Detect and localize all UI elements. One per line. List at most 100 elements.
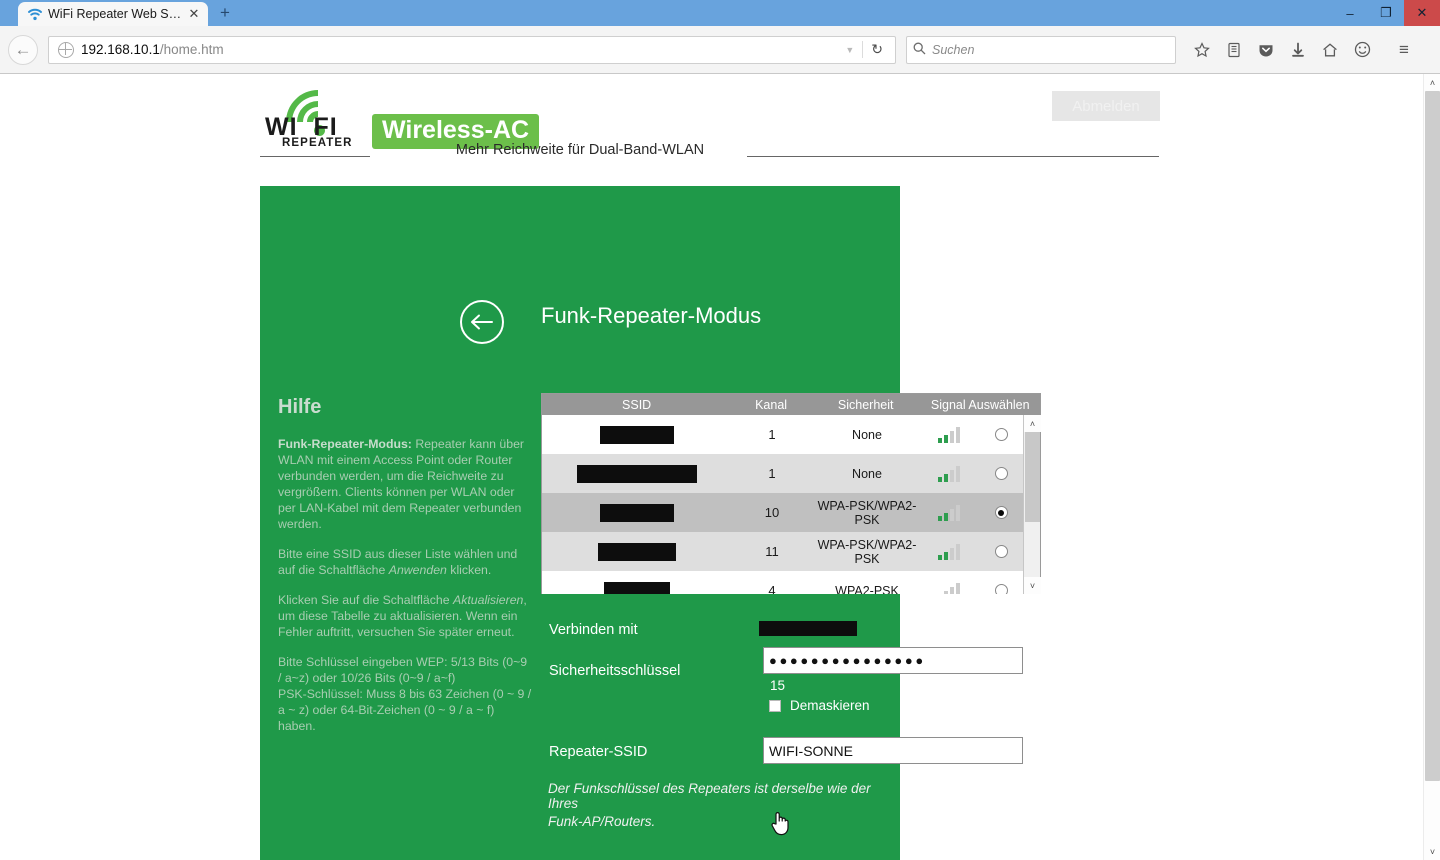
browser-back-button[interactable]: ← [8, 34, 38, 65]
table-row[interactable]: 11 WPA-PSK/WPA2-PSK [542, 532, 1025, 571]
column-header-ssid: SSID [622, 397, 652, 412]
help-p1-bold: Funk-Repeater-Modus: [278, 437, 412, 451]
hamburger-menu-icon[interactable]: ≡ [1388, 34, 1420, 66]
help-p2-b: klicken. [446, 563, 492, 577]
cell-sicherheit: None [852, 466, 882, 481]
cell-sicherheit: WPA2-PSK [835, 583, 899, 595]
window-maximize-button[interactable]: ❐ [1368, 0, 1404, 26]
select-radio-button[interactable] [994, 545, 1008, 558]
help-paragraph-2: Bitte eine SSID aus dieser Liste wählen … [278, 546, 533, 578]
help-p2-italic: Anwenden [388, 563, 447, 577]
window-close-button[interactable]: ✕ [1404, 0, 1440, 26]
home-icon[interactable] [1314, 34, 1346, 66]
reload-icon[interactable]: ↻ [862, 41, 891, 58]
ssid-redaction-bar [600, 503, 674, 522]
security-key-input[interactable]: ●●●●●●●●●●●●●●● [763, 647, 1023, 674]
tab-close-icon[interactable]: ✕ [186, 6, 202, 22]
signal-strength-icon [922, 543, 977, 560]
bookmark-star-icon[interactable] [1186, 34, 1218, 66]
access-point-table: SSID Kanal Sicherheit Signal Auswählen 1… [541, 393, 1041, 594]
back-arrow-icon [471, 314, 493, 330]
table-row[interactable]: 10 WPA-PSK/WPA2-PSK [542, 493, 1025, 532]
connect-to-value-redacted [759, 621, 857, 636]
wifi-favicon-icon [27, 6, 43, 22]
table-body: 1 None 1 None 10 WPA-PSK/WPA2-PSK 11 WPA-PSK/WP… [542, 415, 1025, 594]
column-header-signal-select: Signal Auswählen [930, 397, 1030, 412]
pocket-icon[interactable] [1250, 34, 1282, 66]
help-p1-text: Repeater kann über WLAN mit einem Access… [278, 437, 525, 531]
table-scrollbar[interactable]: ˄ ˅ [1023, 415, 1041, 594]
help-paragraph-1: Funk-Repeater-Modus: Repeater kann über … [278, 436, 533, 532]
table-scroll-down-icon[interactable]: ˅ [1024, 577, 1041, 594]
cell-ssid [542, 464, 732, 483]
table-row[interactable]: 4 WPA2-PSK [542, 571, 1025, 594]
table-scroll-up-icon[interactable]: ˄ [1024, 415, 1041, 432]
cell-kanal: 1 [768, 427, 776, 442]
help-sidebar: Hilfe Funk-Repeater-Modus: Repeater kann… [278, 396, 533, 748]
header-rule-left [260, 156, 370, 157]
repeater-ssid-label: Repeater-SSID [549, 744, 648, 760]
table-row[interactable]: 1 None [542, 454, 1025, 493]
search-bar[interactable]: Suchen [906, 35, 1176, 64]
select-radio-button[interactable] [994, 584, 1008, 594]
ssid-redaction-bar [600, 425, 674, 444]
globe-icon [58, 41, 74, 58]
browser-tab[interactable]: WiFi Repeater Web Server ✕ [18, 2, 208, 26]
new-tab-button[interactable]: + [220, 3, 230, 23]
cell-select[interactable] [977, 467, 1025, 480]
smiley-face-icon[interactable] [1346, 34, 1378, 66]
help-p3-italic: Aktualisieren [453, 593, 524, 607]
security-key-char-count: 15 [770, 678, 786, 693]
cell-ssid [542, 503, 732, 522]
mouse-cursor-hand-icon [771, 812, 789, 836]
unmask-label: Demaskieren [790, 698, 870, 713]
back-button[interactable] [460, 300, 504, 344]
page-scrollbar[interactable]: ˄ ˅ [1423, 74, 1440, 860]
url-path: /home.htm [159, 42, 224, 57]
select-radio-button[interactable] [994, 467, 1008, 480]
page-title: Funk-Repeater-Modus [541, 303, 762, 328]
cell-select[interactable] [977, 545, 1025, 558]
cell-sicherheit: None [852, 427, 882, 442]
select-radio-button[interactable] [994, 506, 1008, 519]
logout-button[interactable]: Abmelden [1052, 91, 1160, 121]
cell-kanal: 11 [765, 544, 779, 559]
page-scrollbar-thumb[interactable] [1425, 91, 1440, 781]
browser-toolbar-icons [1186, 34, 1378, 66]
table-row[interactable]: 1 None [542, 415, 1025, 454]
unmask-checkbox[interactable] [769, 699, 781, 712]
window-controls: – ❐ ✕ [1332, 0, 1440, 26]
download-arrow-icon[interactable] [1282, 34, 1314, 66]
cell-select[interactable] [977, 428, 1025, 441]
url-bar[interactable]: 192.168.10.1/home.htm ▼ ↻ [48, 35, 896, 64]
repeater-mode-panel: Funk-Repeater-Modus Hilfe Funk-Repeater-… [260, 186, 1041, 860]
page-viewport: WI FI REPEATER Wireless-AC Mehr Reichwei… [0, 74, 1440, 860]
select-radio-button[interactable] [994, 428, 1008, 441]
cell-kanal: 4 [768, 583, 776, 594]
site-header: WI FI REPEATER Wireless-AC Mehr Reichwei… [0, 74, 1423, 179]
cell-select[interactable] [977, 584, 1025, 594]
note-line-1: Der Funkschlüssel des Repeaters ist ders… [548, 781, 871, 811]
cell-ssid [542, 581, 732, 594]
table-header-row: SSID Kanal Sicherheit Signal Auswählen [542, 394, 1040, 415]
signal-strength-icon [922, 504, 977, 521]
column-header-kanal: Kanal [755, 397, 788, 412]
cell-sicherheit: WPA-PSK/WPA2-PSK [817, 537, 917, 566]
page-scroll-up-icon[interactable]: ˄ [1424, 74, 1440, 91]
window-minimize-button[interactable]: – [1332, 0, 1368, 26]
page-scroll-down-icon[interactable]: ˅ [1424, 843, 1440, 860]
repeater-ssid-input[interactable]: WIFI-SONNE [763, 737, 1023, 764]
url-dropdown-icon[interactable]: ▼ [837, 45, 862, 55]
signal-strength-icon [922, 426, 977, 443]
search-placeholder: Suchen [932, 42, 975, 57]
ssid-redaction-bar [577, 464, 697, 483]
cell-kanal: 1 [768, 466, 776, 481]
help-paragraph-5: PSK-Schlüssel: Muss 8 bis 63 Zeichen (0 … [278, 687, 532, 733]
reader-list-icon[interactable] [1218, 34, 1250, 66]
cell-select[interactable] [977, 506, 1025, 519]
unmask-checkbox-row[interactable]: Demaskieren [769, 698, 870, 713]
table-scrollbar-thumb[interactable] [1025, 432, 1040, 522]
help-paragraph-4: Bitte Schlüssel eingeben WEP: 5/13 Bits … [278, 655, 528, 685]
help-title: Hilfe [278, 396, 322, 418]
help-p3-a: Klicken Sie auf die Schaltfläche [278, 593, 453, 607]
